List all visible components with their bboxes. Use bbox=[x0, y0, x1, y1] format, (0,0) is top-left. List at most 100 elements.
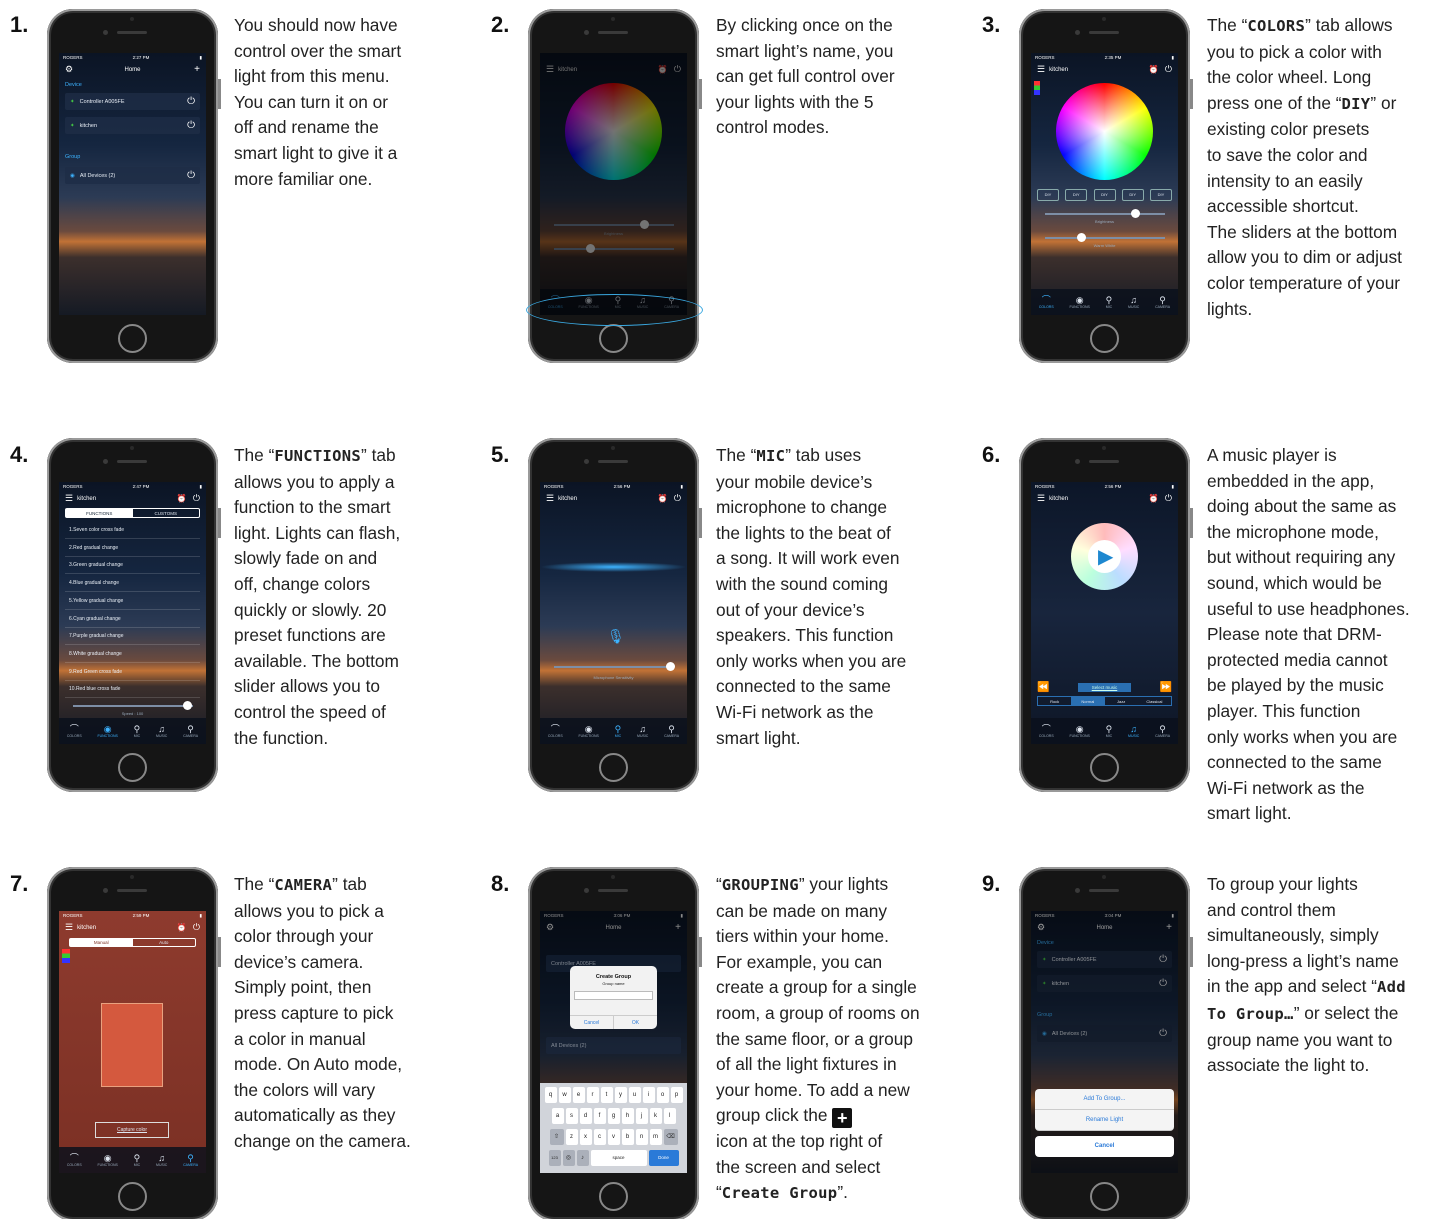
keyboard-key[interactable]: h bbox=[621, 1108, 634, 1124]
home-button[interactable] bbox=[118, 753, 147, 782]
keyboard-key[interactable]: l bbox=[663, 1108, 676, 1124]
keyboard-key[interactable]: a bbox=[551, 1108, 564, 1124]
keyboard-key[interactable]: p bbox=[670, 1087, 683, 1103]
power-icon[interactable]: ⏻ bbox=[193, 922, 200, 932]
colors-tab[interactable]: ⌒ COLORS bbox=[67, 1153, 82, 1167]
keyboard-key[interactable]: x bbox=[579, 1129, 592, 1145]
alarm-icon[interactable]: ⏰ bbox=[658, 494, 668, 503]
keyboard-key[interactable]: i bbox=[642, 1087, 655, 1103]
functions-tab[interactable]: ◉ FUNCTIONS bbox=[1069, 295, 1089, 309]
keyboard-key[interactable]: f bbox=[593, 1108, 606, 1124]
group-row[interactable]: ◉ All Devices (2) ⏻ bbox=[65, 167, 200, 184]
alarm-icon[interactable]: ⏰ bbox=[658, 65, 668, 74]
device-row[interactable]: ✦ kitchen ⏻ bbox=[65, 117, 200, 134]
alarm-icon[interactable]: ⏰ bbox=[1149, 494, 1159, 503]
keyboard-key[interactable]: z bbox=[565, 1129, 578, 1145]
camera-tab[interactable]: ⚲ CAMERA bbox=[183, 724, 198, 738]
mic-tab[interactable]: ⚲ MIC bbox=[615, 724, 622, 738]
numbers-key[interactable]: 123 bbox=[548, 1150, 561, 1166]
genre-option[interactable]: Rock bbox=[1038, 697, 1071, 705]
diy-preset-button[interactable]: DIY bbox=[1150, 189, 1172, 201]
diy-preset-button[interactable]: DIY bbox=[1121, 189, 1144, 201]
alarm-icon[interactable]: ⏰ bbox=[177, 494, 187, 503]
home-button[interactable] bbox=[1090, 324, 1119, 353]
keyboard-key[interactable]: r bbox=[586, 1087, 599, 1103]
keyboard-key[interactable]: t bbox=[600, 1087, 613, 1103]
keyboard-key[interactable]: v bbox=[607, 1129, 620, 1145]
keyboard-key[interactable]: g bbox=[607, 1108, 620, 1124]
rename-light-button[interactable]: Rename Light bbox=[1035, 1110, 1174, 1131]
colors-tab[interactable]: ⌒ COLORS bbox=[1039, 295, 1054, 309]
functions-tab[interactable]: ◉ FUNCTIONS bbox=[578, 724, 598, 738]
genre-option[interactable]: Jazz bbox=[1105, 697, 1138, 705]
color-wheel[interactable] bbox=[1056, 83, 1153, 180]
keyboard-key[interactable]: s bbox=[565, 1108, 578, 1124]
function-item[interactable]: 6.Cyan gradual change bbox=[65, 611, 200, 628]
home-button[interactable] bbox=[1090, 1182, 1119, 1211]
function-item[interactable]: 3.Green gradual change bbox=[65, 557, 200, 575]
home-button[interactable] bbox=[1090, 753, 1119, 782]
keyboard-key[interactable]: u bbox=[628, 1087, 641, 1103]
cancel-button[interactable]: Cancel bbox=[1035, 1136, 1174, 1157]
warm-white-slider[interactable] bbox=[554, 244, 674, 253]
keyboard-key[interactable]: y bbox=[614, 1087, 627, 1103]
capture-color-button[interactable]: Capture color bbox=[95, 1122, 169, 1138]
customs-segment[interactable]: CUSTOMS bbox=[133, 509, 200, 517]
home-button[interactable] bbox=[118, 1182, 147, 1211]
function-item[interactable]: 4.Blue gradual change bbox=[65, 575, 200, 593]
globe-icon[interactable]: ◎ bbox=[562, 1150, 575, 1166]
function-item[interactable]: 9.Red Green cross fade bbox=[65, 664, 200, 681]
power-icon[interactable]: ⏻ bbox=[1159, 978, 1167, 989]
keyboard-key[interactable]: o bbox=[656, 1087, 669, 1103]
done-key[interactable]: Done bbox=[648, 1150, 679, 1166]
power-icon[interactable]: ⏻ bbox=[187, 96, 195, 107]
functions-tab[interactable]: ◉ FUNCTIONS bbox=[1069, 724, 1089, 738]
power-icon[interactable]: ⏻ bbox=[674, 493, 681, 503]
alarm-icon[interactable]: ⏰ bbox=[1149, 65, 1159, 74]
colors-tab[interactable]: ⌒ COLORS bbox=[67, 724, 82, 738]
power-icon[interactable]: ⏻ bbox=[1165, 64, 1172, 74]
function-item[interactable]: 5.Yellow gradual change bbox=[65, 593, 200, 610]
manual-mode[interactable]: Manual bbox=[70, 939, 133, 946]
menu-icon[interactable]: ☰ bbox=[65, 493, 73, 504]
brightness-slider[interactable] bbox=[554, 220, 674, 229]
warm-white-slider[interactable] bbox=[1045, 233, 1165, 242]
colors-tab[interactable]: ⌒ COLORS bbox=[1039, 724, 1054, 738]
keyboard-key[interactable]: j bbox=[635, 1108, 648, 1124]
play-icon[interactable]: ▶ bbox=[1098, 544, 1113, 569]
music-tab[interactable]: ♫ MUSIC bbox=[1128, 724, 1139, 738]
function-item[interactable]: 10.Red blue cross fade bbox=[65, 681, 200, 699]
keyboard-key[interactable]: n bbox=[635, 1129, 648, 1145]
diy-preset-button[interactable]: DIY bbox=[1093, 189, 1116, 201]
home-button[interactable] bbox=[599, 753, 628, 782]
mic-tab[interactable]: ⚲ MIC bbox=[134, 724, 141, 738]
home-button[interactable] bbox=[599, 324, 628, 353]
function-item[interactable]: 8.White gradual change bbox=[65, 646, 200, 663]
function-item[interactable]: 7.Purple gradual change bbox=[65, 628, 200, 646]
add-to-group-button[interactable]: Add To Group... bbox=[1035, 1089, 1174, 1110]
home-button[interactable] bbox=[599, 1182, 628, 1211]
group-row[interactable]: ◉ All Devices (2) ⏻ bbox=[1037, 1025, 1172, 1042]
mic-tab[interactable]: ⚲ MIC bbox=[1106, 295, 1113, 309]
backspace-key[interactable]: ⌫ bbox=[663, 1129, 678, 1145]
space-key[interactable]: space bbox=[590, 1150, 647, 1166]
slider-knob[interactable] bbox=[1131, 209, 1140, 218]
keyboard-key[interactable]: k bbox=[649, 1108, 662, 1124]
function-item[interactable]: 2.Red gradual change bbox=[65, 540, 200, 557]
functions-segment[interactable]: FUNCTIONS bbox=[66, 509, 133, 517]
slider-knob[interactable] bbox=[640, 220, 649, 229]
power-icon[interactable]: ⏻ bbox=[187, 120, 195, 131]
power-icon[interactable]: ⏻ bbox=[1165, 493, 1172, 503]
group-name-input[interactable] bbox=[574, 991, 653, 1000]
shift-key[interactable]: ⇧ bbox=[549, 1129, 564, 1145]
device-row[interactable]: ✦ Controller A005FE ⏻ bbox=[1037, 951, 1172, 968]
select-music-button[interactable]: Select music bbox=[1077, 683, 1132, 692]
slider-knob[interactable] bbox=[1077, 233, 1086, 242]
speed-slider[interactable] bbox=[73, 701, 193, 710]
keyboard-key[interactable]: m bbox=[649, 1129, 662, 1145]
camera-tab[interactable]: ⚲ CAMERA bbox=[1155, 724, 1170, 738]
keyboard-key[interactable]: b bbox=[621, 1129, 634, 1145]
menu-icon[interactable]: ☰ bbox=[546, 64, 554, 75]
slider-knob[interactable] bbox=[183, 701, 192, 710]
colors-tab[interactable]: ⌒ COLORS bbox=[548, 724, 563, 738]
